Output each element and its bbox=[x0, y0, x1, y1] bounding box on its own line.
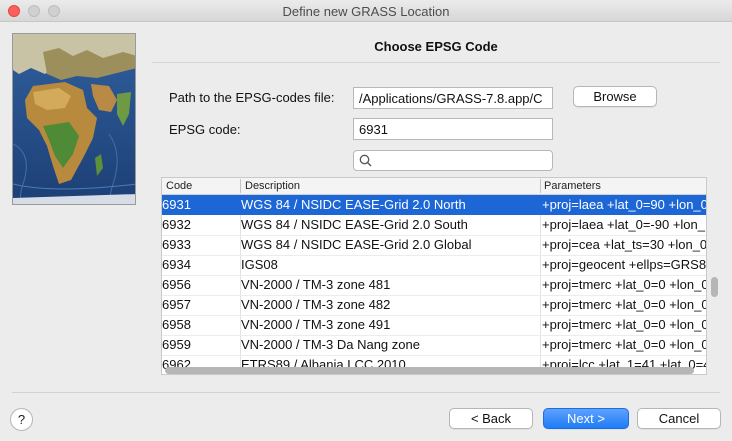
table-row[interactable]: 6958 VN-2000 / TM-3 zone 491 +proj=tmerc… bbox=[162, 315, 707, 335]
world-map-image bbox=[12, 33, 136, 205]
column-divider bbox=[540, 179, 541, 193]
row-parameters: +proj=tmerc +lat_0=0 +lon_0 bbox=[542, 277, 707, 292]
dialog-window: Define new GRASS Location Choose EPSG Co… bbox=[0, 0, 732, 441]
row-parameters: +proj=laea +lat_0=-90 +lon_ bbox=[542, 217, 705, 232]
column-header-code[interactable]: Code bbox=[166, 180, 192, 192]
row-description: WGS 84 / NSIDC EASE-Grid 2.0 Global bbox=[241, 237, 472, 252]
row-code: 6959 bbox=[162, 337, 191, 352]
row-parameters: +proj=laea +lat_0=90 +lon_0 bbox=[542, 197, 707, 212]
column-divider bbox=[240, 179, 241, 193]
browse-button[interactable]: Browse bbox=[573, 86, 657, 107]
row-parameters: +proj=tmerc +lat_0=0 +lon_0 bbox=[542, 337, 707, 352]
footer-divider bbox=[12, 392, 720, 393]
row-code: 6933 bbox=[162, 237, 191, 252]
row-code: 6934 bbox=[162, 257, 191, 272]
row-code: 6932 bbox=[162, 217, 191, 232]
row-description: WGS 84 / NSIDC EASE-Grid 2.0 South bbox=[241, 217, 468, 232]
cancel-button[interactable]: Cancel bbox=[637, 408, 721, 429]
epsg-code-field[interactable]: 6931 bbox=[353, 118, 553, 140]
table-row[interactable]: 6932 WGS 84 / NSIDC EASE-Grid 2.0 South … bbox=[162, 215, 706, 235]
epsg-code-table[interactable]: Code Description Parameters 6931 WGS 84 … bbox=[161, 177, 707, 375]
row-description: VN-2000 / TM-3 Da Nang zone bbox=[241, 337, 420, 352]
epsg-code-label: EPSG code: bbox=[169, 122, 241, 137]
table-row[interactable]: 6956 VN-2000 / TM-3 zone 481 +proj=tmerc… bbox=[162, 275, 707, 295]
row-parameters: +proj=cea +lat_ts=30 +lon_0 bbox=[542, 237, 707, 252]
epsg-file-path-field[interactable]: /Applications/GRASS-7.8.app/C bbox=[353, 87, 553, 109]
column-header-parameters[interactable]: Parameters bbox=[544, 180, 601, 192]
row-code: 6957 bbox=[162, 297, 191, 312]
row-description: WGS 84 / NSIDC EASE-Grid 2.0 North bbox=[241, 197, 466, 212]
table-header: Code Description Parameters bbox=[162, 178, 706, 195]
row-code: 6931 bbox=[162, 197, 191, 212]
search-input[interactable] bbox=[353, 150, 553, 171]
row-description: VN-2000 / TM-3 zone 482 bbox=[241, 297, 391, 312]
back-button[interactable]: < Back bbox=[449, 408, 533, 429]
next-button[interactable]: Next > bbox=[543, 408, 629, 429]
page-title: Choose EPSG Code bbox=[374, 39, 498, 54]
window-title: Define new GRASS Location bbox=[282, 4, 450, 19]
table-row[interactable]: 6934 IGS08 +proj=geocent +ellps=GRS80 bbox=[162, 255, 707, 275]
horizontal-scrollbar[interactable] bbox=[165, 367, 694, 374]
row-parameters: +proj=tmerc +lat_0=0 +lon_0 bbox=[542, 317, 707, 332]
title-divider bbox=[152, 62, 720, 63]
title-bar: Define new GRASS Location bbox=[0, 0, 732, 22]
search-icon bbox=[359, 154, 372, 167]
path-label: Path to the EPSG-codes file: bbox=[169, 90, 335, 105]
row-code: 6956 bbox=[162, 277, 191, 292]
row-description: IGS08 bbox=[241, 257, 278, 272]
row-parameters: +proj=geocent +ellps=GRS80 bbox=[542, 257, 707, 272]
column-header-description[interactable]: Description bbox=[245, 180, 300, 192]
vertical-scrollbar[interactable] bbox=[711, 277, 718, 297]
table-row[interactable]: 6957 VN-2000 / TM-3 zone 482 +proj=tmerc… bbox=[162, 295, 707, 315]
row-description: VN-2000 / TM-3 zone 491 bbox=[241, 317, 391, 332]
help-button[interactable]: ? bbox=[10, 408, 33, 431]
table-row[interactable]: 6933 WGS 84 / NSIDC EASE-Grid 2.0 Global… bbox=[162, 235, 707, 255]
row-code: 6958 bbox=[162, 317, 191, 332]
table-row[interactable]: 6959 VN-2000 / TM-3 Da Nang zone +proj=t… bbox=[162, 335, 707, 355]
row-description: VN-2000 / TM-3 zone 481 bbox=[241, 277, 391, 292]
row-parameters: +proj=tmerc +lat_0=0 +lon_0 bbox=[542, 297, 707, 312]
table-row[interactable]: 6931 WGS 84 / NSIDC EASE-Grid 2.0 North … bbox=[162, 195, 707, 215]
